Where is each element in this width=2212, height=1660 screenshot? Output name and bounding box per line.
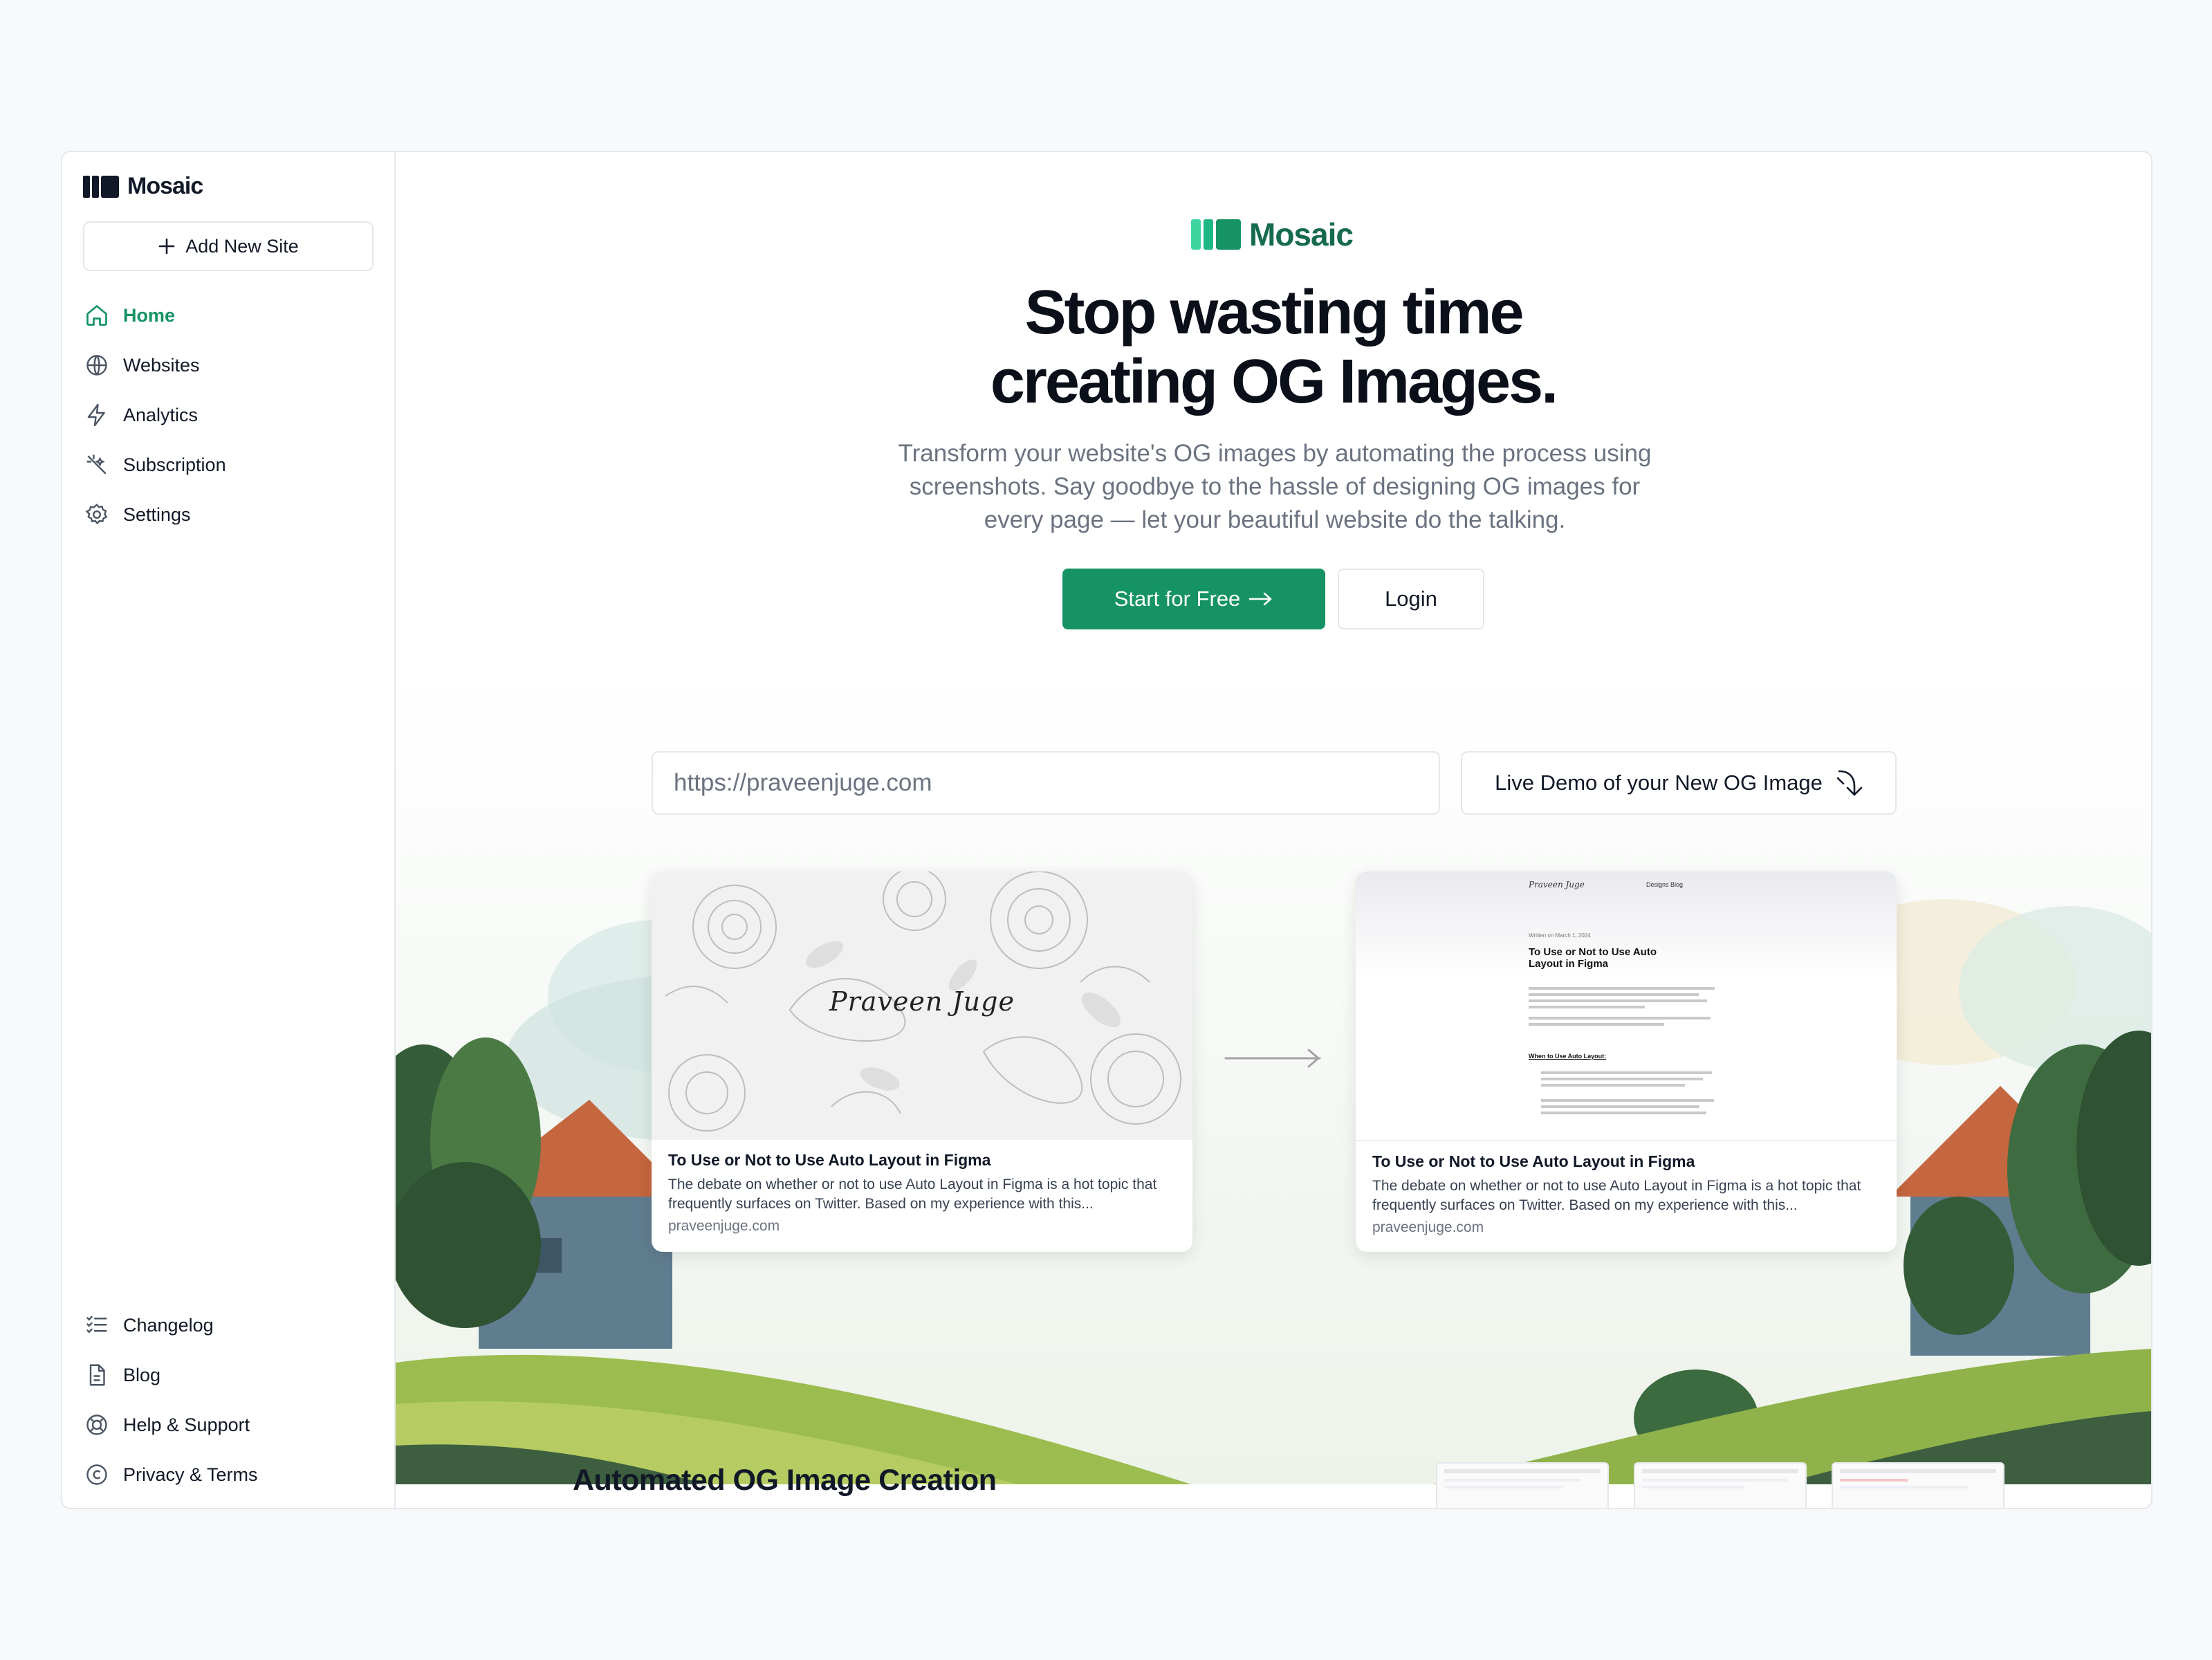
nav-item-websites[interactable]: Websites [83,340,374,390]
preview-list-lines [1541,1068,1721,1118]
nav-label: Websites [123,354,200,376]
nav-item-subscription[interactable]: Subscription [83,440,374,490]
sidebar: Mosaic Add New Site Home Websites Analyt… [62,152,396,1508]
checklist-icon [86,1316,107,1334]
preview-nav: Designs Blog [1646,881,1684,888]
og-image-signature: Praveen Juge [829,986,1015,1017]
feature-thumbnail [1634,1462,1807,1508]
nav-item-help-support[interactable]: Help & Support [83,1400,374,1450]
add-new-site-label: Add New Site [185,235,299,257]
feature-thumbnail [1832,1462,2004,1508]
card-title: To Use or Not to Use Auto Layout in Figm… [668,1151,991,1169]
start-for-free-button[interactable]: Start for Free [1062,569,1325,629]
app-window: Mosaic Add New Site Home Websites Analyt… [61,151,2153,1509]
preview-heading: To Use or Not to Use Auto Layout in Figm… [1529,946,1657,970]
feature-thumbnail [1436,1462,1609,1508]
add-new-site-button[interactable]: Add New Site [83,221,374,271]
login-button[interactable]: Login [1338,569,1484,629]
nav-label: Privacy & Terms [123,1464,258,1485]
card-domain: praveenjuge.com [1372,1219,1484,1235]
login-label: Login [1385,587,1437,611]
nav-item-privacy-terms[interactable]: Privacy & Terms [83,1450,374,1500]
headline-line-2: creating OG Images. [990,347,1558,416]
primary-nav: Home Websites Analytics Subscription Set… [83,290,374,540]
nav-label: Settings [123,504,191,525]
preview-text-lines [1529,984,1722,1029]
hero-logo: Mosaic [1191,216,1354,253]
secondary-nav: Changelog Blog Help & Support Privacy & … [83,1300,374,1500]
sparkle-icon [86,454,107,474]
nav-label: Changelog [123,1314,214,1336]
plus-icon [158,238,175,255]
card-domain: praveenjuge.com [668,1218,780,1234]
preview-subheading: When to Use Auto Layout: [1529,1053,1607,1060]
nav-item-blog[interactable]: Blog [83,1350,374,1400]
og-image-original: Praveen Juge [652,872,1192,1140]
nav-label: Help & Support [123,1414,250,1435]
app-name: Mosaic [127,173,203,199]
nav-item-analytics[interactable]: Analytics [83,390,374,440]
app-logo[interactable]: Mosaic [83,173,203,200]
hero-brand-name: Mosaic [1249,216,1354,252]
cta-row: Start for Free Login [396,569,2151,629]
nav-label: Blog [123,1364,161,1385]
gear-icon [85,504,108,525]
arrow-right-icon [1248,592,1272,606]
copyright-icon [86,1464,107,1485]
card-description: The debate on whether or not to use Auto… [1372,1178,1861,1213]
live-demo-button[interactable]: Live Demo of your New OG Image [1461,751,1897,815]
og-preview-card-after: Praveen Juge Designs Blog Written on Mar… [1356,872,1897,1252]
mosaic-logo-icon [1191,219,1241,250]
lightning-icon [87,403,105,427]
card-title: To Use or Not to Use Auto Layout in Figm… [1372,1152,1695,1170]
preview-site-name: Praveen Juge [1529,880,1585,889]
url-input[interactable] [652,751,1440,815]
live-demo-label: Live Demo of your New OG Image [1495,771,1823,795]
lifebuoy-icon [86,1414,107,1435]
hero-headline: Stop wasting time creating OG Images. [396,278,2151,416]
nav-label: Analytics [123,404,199,425]
og-image-generated: Praveen Juge Designs Blog Written on Mar… [1356,872,1897,1140]
nav-item-home[interactable]: Home [83,290,374,340]
transform-arrow-icon [1224,1049,1321,1068]
mosaic-logo-icon [83,175,119,198]
nav-label: Subscription [123,454,226,475]
card-body: To Use or Not to Use Auto Layout in Figm… [652,1140,1192,1235]
hero-subtitle: Transform your website's OG images by au… [898,440,1652,533]
home-icon [86,305,107,326]
nav-label: Home [123,304,176,326]
preview-date: Written on March 1, 2024 [1529,932,1591,939]
card-body: To Use or Not to Use Auto Layout in Figm… [1356,1140,1897,1236]
card-description: The debate on whether or not to use Auto… [668,1177,1157,1212]
globe-icon [86,355,107,376]
nav-item-settings[interactable]: Settings [83,490,374,540]
main-content: Mosaic Stop wasting time creating OG Ima… [396,152,2151,1508]
nav-item-changelog[interactable]: Changelog [83,1300,374,1350]
start-for-free-label: Start for Free [1114,587,1241,611]
document-icon [89,1364,105,1386]
og-preview-card-before: Praveen Juge To Use or Not to Use Auto L… [652,872,1192,1252]
curved-arrow-down-icon [1836,770,1863,796]
headline-line-1: Stop wasting time [1024,278,1524,347]
section-title: Automated OG Image Creation [573,1464,997,1497]
